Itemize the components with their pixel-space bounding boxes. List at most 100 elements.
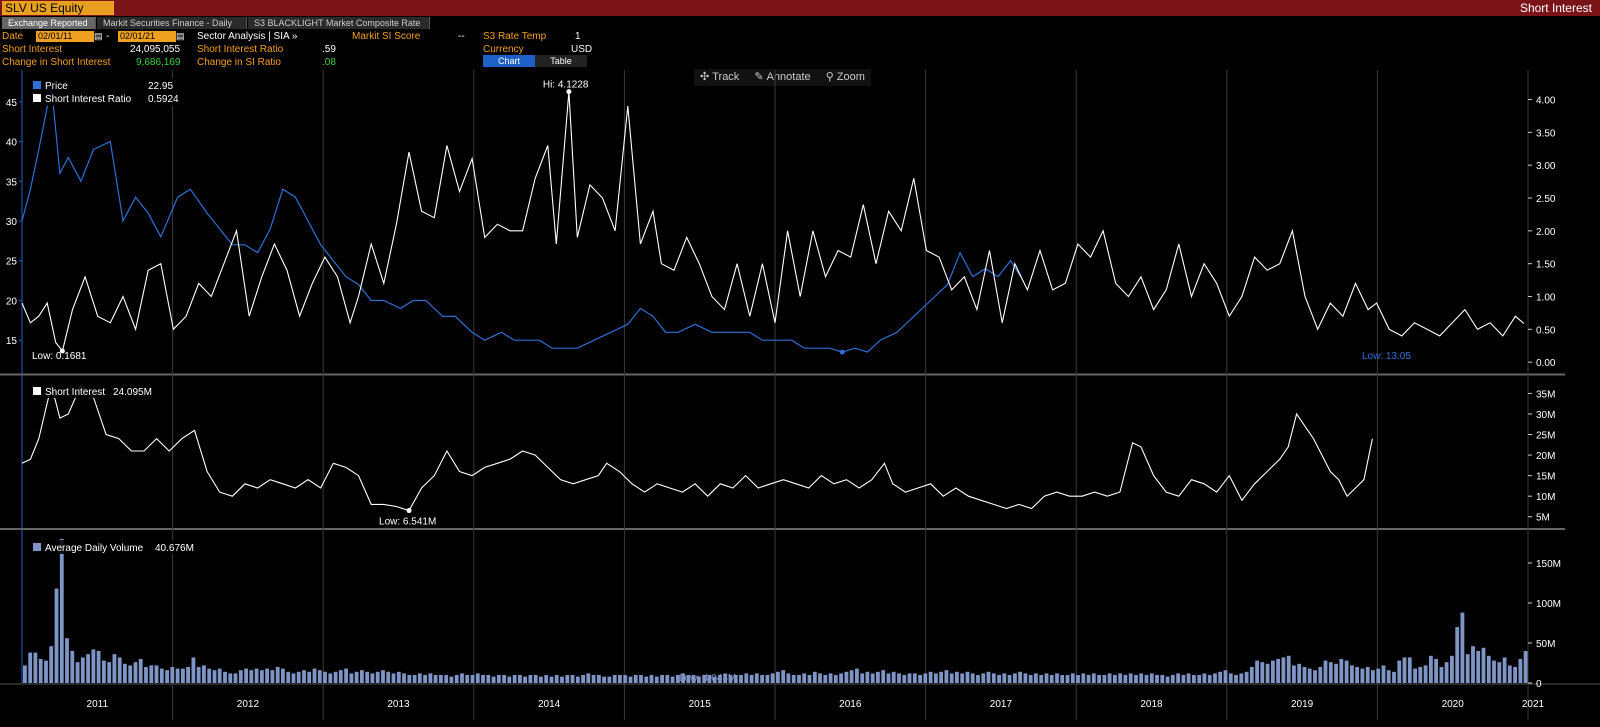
- volume-bar: [1097, 675, 1101, 683]
- volume-bar: [123, 663, 127, 683]
- volume-bar: [1439, 667, 1444, 683]
- volume-bar: [970, 673, 975, 683]
- volume-bar: [881, 670, 886, 683]
- volume-bar: [460, 673, 464, 683]
- volume-bar: [1318, 667, 1323, 683]
- volume-bar: [665, 675, 670, 683]
- volume-bar: [1086, 675, 1091, 683]
- right-tick-label: 150M: [1536, 559, 1561, 570]
- volume-bar: [802, 673, 807, 683]
- volume-bar: [770, 673, 775, 683]
- volume-bar: [481, 675, 485, 683]
- volume-bar: [660, 675, 664, 683]
- volume-bar: [1165, 676, 1170, 683]
- volume-bar: [1434, 659, 1438, 683]
- volume-bar: [1213, 673, 1217, 683]
- volume-bar: [80, 657, 85, 683]
- volume-bar: [270, 670, 275, 683]
- volume-bar: [265, 668, 269, 683]
- volume-bar: [1249, 667, 1254, 683]
- volume-bar: [1492, 660, 1496, 683]
- right-tick-label: 10M: [1536, 492, 1555, 503]
- volume-bar: [375, 671, 380, 683]
- volume-bar: [1302, 667, 1307, 683]
- volume-bar: [454, 675, 459, 683]
- volume-bar: [96, 651, 101, 683]
- volume-bar: [1397, 660, 1402, 683]
- volume-bar: [1334, 663, 1338, 683]
- volume-bar: [512, 675, 517, 683]
- volume-bar: [302, 670, 306, 683]
- low-price-marker: [839, 349, 845, 355]
- volume-bar: [65, 638, 69, 683]
- volume-bar: [275, 667, 280, 683]
- volume-bar: [791, 675, 796, 683]
- x-tick-label: 2017: [990, 699, 1013, 710]
- volume-bar: [1465, 654, 1470, 683]
- short-interest-chart[interactable]: 2011 2012 2013 2014 2015 2016 2017 2018 2019 2020…: [0, 0, 1600, 727]
- volume-bar: [1281, 657, 1286, 683]
- volume-bar: [1176, 673, 1180, 683]
- left-tick-label: 35: [6, 177, 18, 188]
- volume-bar: [496, 675, 501, 683]
- volume-bar: [1049, 675, 1054, 683]
- volume-bar: [207, 668, 212, 683]
- volume-bar: [333, 671, 338, 683]
- legend-swatch-ratio: [33, 94, 41, 102]
- volume-bar: [1197, 675, 1202, 683]
- volume-bar: [1444, 662, 1449, 683]
- volume-bar: [523, 676, 527, 683]
- volume-bar: [165, 670, 169, 683]
- volume-bar: [107, 662, 112, 683]
- volume-bar: [797, 675, 801, 683]
- volume-bar: [317, 670, 322, 683]
- volume-bar: [117, 657, 122, 683]
- volume-bar: [217, 668, 222, 683]
- volume-bar: [581, 675, 585, 683]
- volume-bar: [1234, 675, 1238, 683]
- volume-bar: [38, 659, 43, 683]
- volume-bar: [776, 671, 780, 683]
- volume-bar: [1313, 670, 1317, 683]
- volume-bar: [502, 675, 506, 683]
- volume-bar: [360, 670, 364, 683]
- volume-bar: [1365, 667, 1370, 683]
- volume-bar: [886, 673, 891, 683]
- volume-bar: [1255, 660, 1259, 683]
- volume-bar: [644, 676, 649, 683]
- volume-bar: [1018, 671, 1022, 683]
- volume-bar: [1139, 673, 1144, 683]
- right-tick-label: 30M: [1536, 410, 1555, 421]
- volume-bar: [1039, 675, 1044, 683]
- volume-bar: [128, 665, 133, 683]
- volume-bar: [928, 671, 933, 683]
- volume-bar: [1497, 662, 1502, 683]
- volume-bar: [1107, 673, 1112, 683]
- volume-bar: [1455, 627, 1460, 683]
- x-tick-label: 2014: [538, 699, 561, 710]
- volume-bar: [444, 675, 449, 683]
- low-si-marker: [406, 508, 412, 514]
- volume-bar: [1091, 673, 1096, 683]
- volume-bar: [417, 673, 422, 683]
- volume-bar: [1328, 662, 1333, 683]
- volume-bar: [1360, 668, 1365, 683]
- volume-bar: [1518, 659, 1523, 683]
- volume-bar: [1181, 675, 1186, 683]
- volume-bar: [1418, 667, 1423, 683]
- price-series-line: [21, 85, 1022, 353]
- volume-bar: [575, 676, 580, 683]
- volume-bar: [1118, 673, 1123, 683]
- volume-bar: [1502, 657, 1507, 683]
- volume-bar: [1307, 668, 1312, 683]
- volume-bar: [1392, 671, 1396, 683]
- volume-bar: [1128, 673, 1133, 683]
- volume-bar: [991, 673, 996, 683]
- volume-bar: [781, 670, 786, 683]
- volume-bar: [433, 675, 438, 683]
- volume-bar: [986, 671, 991, 683]
- volume-bar: [186, 667, 190, 683]
- left-tick-label: 20: [6, 296, 18, 307]
- volume-bar: [1186, 673, 1191, 683]
- volume-bar: [833, 675, 838, 683]
